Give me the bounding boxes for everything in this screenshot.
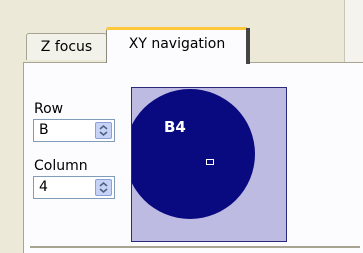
column-decrement-icon [99, 188, 108, 194]
row-value: B [39, 122, 49, 138]
tab-z-focus[interactable]: Z focus [26, 33, 107, 60]
well-label: B4 [164, 118, 186, 136]
column-spinner[interactable] [95, 179, 112, 196]
panel-divider [30, 246, 360, 248]
tab-edge-divider [246, 28, 250, 64]
row-field[interactable]: B [33, 119, 115, 142]
column-increment-icon [99, 181, 108, 187]
row-spinner[interactable] [95, 122, 112, 139]
row-decrement-icon [99, 131, 108, 137]
column-field[interactable]: 4 [33, 176, 115, 199]
column-label: Column [34, 158, 88, 174]
row-increment-icon [99, 124, 108, 130]
row-label: Row [34, 101, 64, 117]
xy-navigator-canvas[interactable]: B4 [131, 87, 287, 242]
column-value: 4 [39, 179, 48, 195]
position-marker [206, 159, 214, 165]
well-circle [132, 89, 255, 219]
tab-xy-navigation[interactable]: XY navigation [106, 27, 248, 63]
